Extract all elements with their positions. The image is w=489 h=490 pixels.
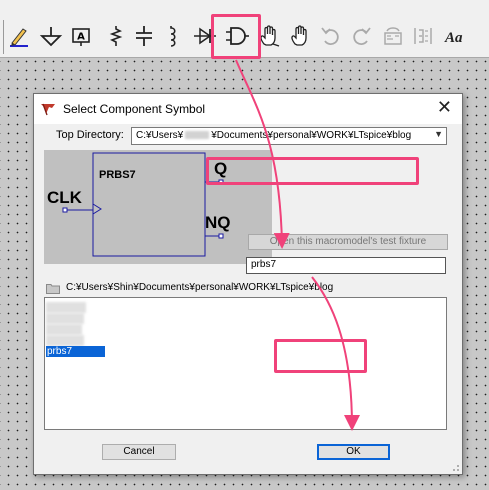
list-item-selected[interactable]: prbs7	[46, 346, 105, 357]
toolbar-separator	[3, 20, 4, 54]
ground-icon[interactable]	[38, 22, 64, 50]
redo-icon[interactable]	[348, 22, 374, 50]
close-icon[interactable]: ✕	[437, 97, 452, 118]
resize-grip-icon[interactable]	[450, 462, 460, 472]
label-icon[interactable]: A	[68, 22, 94, 50]
current-path-row: C:¥Users¥Shin¥Documents¥personal¥WORK¥LT…	[46, 282, 446, 296]
text-icon[interactable]: Aa	[442, 22, 468, 50]
pin-clk-label: CLK	[47, 188, 83, 207]
pin-nq-label: NQ	[205, 213, 231, 232]
undo-icon[interactable]	[318, 22, 344, 50]
move-hand-icon[interactable]	[287, 22, 313, 50]
dialog-titlebar: Select Component Symbol ✕	[34, 94, 462, 124]
folder-icon	[46, 284, 60, 294]
cancel-button[interactable]: Cancel	[102, 444, 176, 460]
name-input-highlight	[206, 157, 419, 185]
rotate-icon[interactable]	[380, 22, 406, 50]
list-item[interactable]: xxxxx	[46, 313, 84, 324]
component-name-input[interactable]: prbs7	[246, 257, 446, 274]
top-directory-select[interactable]: C:¥Users¥ ¥Documents¥personal¥WORK¥LTspic…	[131, 127, 447, 145]
capacitor-icon[interactable]	[131, 22, 157, 50]
component-button-highlight	[211, 14, 261, 59]
component-name: PRBS7	[99, 169, 136, 181]
svg-text:Aa: Aa	[444, 30, 463, 46]
current-path: C:¥Users¥Shin¥Documents¥personal¥WORK¥LT…	[66, 282, 334, 293]
svg-text:A: A	[77, 32, 85, 43]
pencil-icon[interactable]	[6, 22, 32, 50]
top-directory-label: Top Directory:	[56, 129, 124, 141]
top-directory-value-start: C:¥Users¥	[136, 130, 184, 141]
list-item[interactable]: xxxxx	[46, 335, 84, 346]
top-directory-value-end: ¥Documents¥personal¥WORK¥LTspice¥blog	[211, 130, 412, 141]
ok-button[interactable]: OK	[317, 444, 390, 460]
ltspice-logo-icon	[41, 103, 55, 116]
list-item[interactable]: xxxxx	[46, 302, 86, 313]
redacted-username	[185, 131, 210, 140]
mirror-icon[interactable]	[410, 22, 436, 50]
file-list[interactable]: xxxxx xxxxx xxxxx xxxxx prbs7	[44, 297, 447, 430]
list-item[interactable]: xxxxx	[46, 324, 82, 335]
select-component-dialog: Select Component Symbol ✕ Top Directory:…	[33, 93, 463, 475]
chevron-down-icon[interactable]: ▼	[434, 129, 443, 139]
open-test-fixture-button[interactable]: Open this macromodel's test fixture	[248, 234, 448, 250]
inductor-icon[interactable]	[160, 22, 186, 50]
ok-button-highlight	[274, 339, 367, 373]
dialog-title: Select Component Symbol	[63, 102, 206, 116]
resistor-icon[interactable]	[103, 22, 129, 50]
